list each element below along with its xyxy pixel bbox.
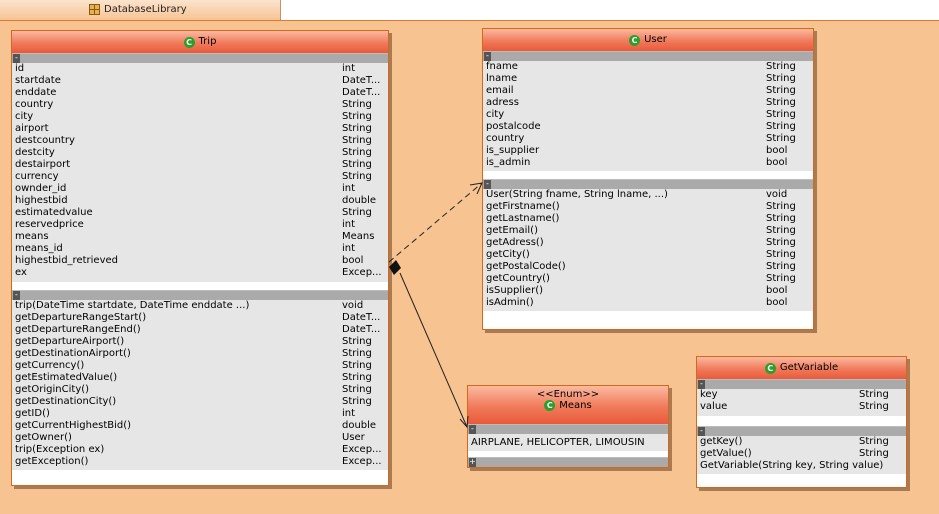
relationship-connectors	[388, 182, 483, 429]
composition-link-trip-means[interactable]	[399, 272, 468, 428]
composition-diamond	[389, 260, 401, 275]
dependency-arrow-trip-user[interactable]	[388, 182, 483, 263]
composition-arrowhead	[459, 415, 469, 429]
